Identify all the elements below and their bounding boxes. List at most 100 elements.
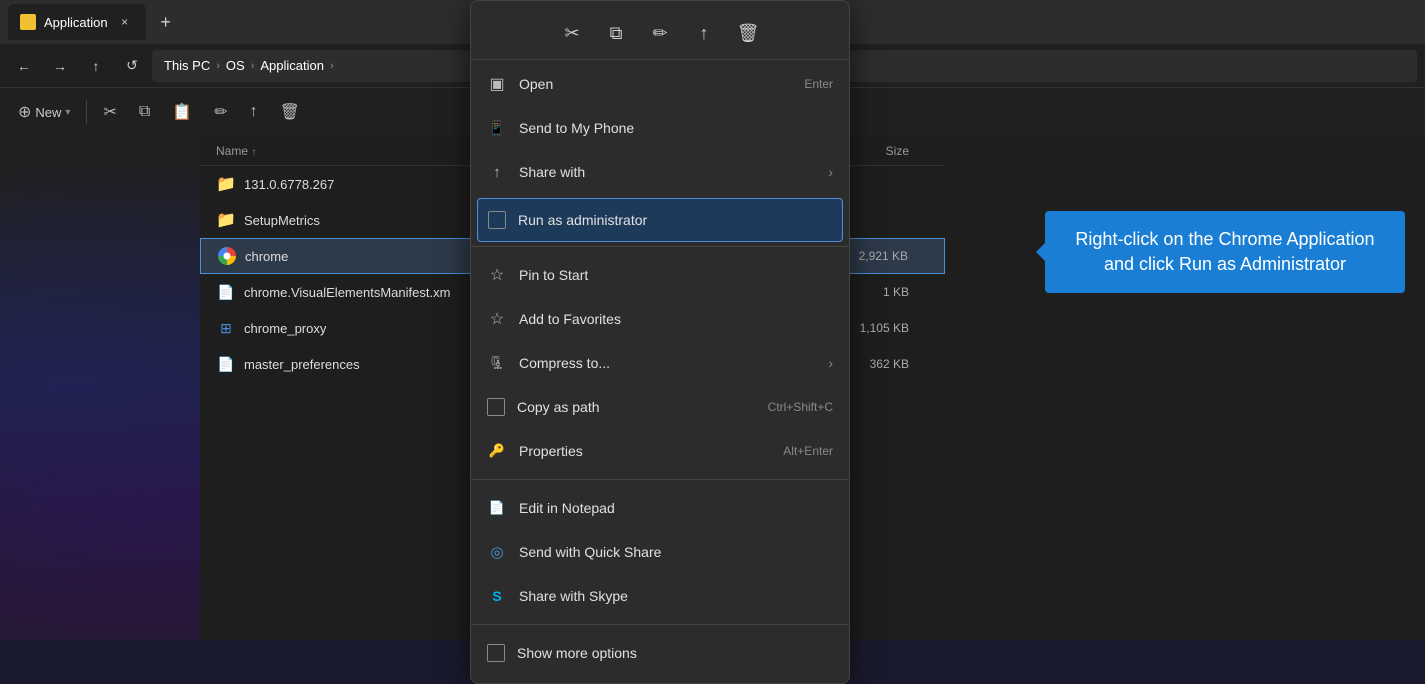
folder-icon: 📁 [216, 174, 236, 194]
ctx-share-with-icon: ↑ [487, 162, 507, 182]
file-icon: 📄 [216, 282, 236, 302]
ctx-send-phone-item[interactable]: 📱 Send to My Phone [471, 106, 849, 150]
ctx-notepad-icon: 📄 [487, 498, 507, 518]
ctx-open-label: Open [519, 76, 792, 92]
ctx-properties-shortcut: Alt+Enter [783, 444, 833, 458]
ctx-compress-item[interactable]: 🗜 Compress to... › [471, 341, 849, 385]
ctx-add-favorites-label: Add to Favorites [519, 311, 833, 327]
breadcrumb-sep-3: › [330, 60, 334, 72]
rename-icon: ✏ [214, 102, 227, 122]
delete-icon: 🗑 [280, 102, 300, 122]
ctx-share-button[interactable]: ↑ [684, 15, 724, 51]
ctx-run-admin-item[interactable]: Run as administrator [477, 198, 843, 242]
ctx-section-4: Show more options [471, 629, 849, 677]
ctx-edit-notepad-item[interactable]: 📄 Edit in Notepad [471, 486, 849, 530]
ctx-more-options-label: Show more options [517, 645, 833, 661]
scissors-icon: ✂ [103, 102, 116, 122]
callout-tooltip: Right-click on the Chrome Application an… [1045, 211, 1405, 293]
breadcrumb-sep-1: › [216, 60, 220, 72]
ctx-more-options-icon [487, 644, 505, 662]
cut-button[interactable]: ✂ [93, 95, 126, 129]
right-panel: Right-click on the Chrome Application an… [945, 136, 1425, 640]
refresh-button[interactable]: ↺ [116, 50, 148, 82]
ctx-pin-start-label: Pin to Start [519, 267, 833, 283]
chrome-exe-icon [217, 246, 237, 266]
file-grid-icon: ⊞ [216, 318, 236, 338]
ctx-delete-button[interactable]: 🗑 [728, 15, 768, 51]
ctx-cut-button[interactable]: ✂ [552, 15, 592, 51]
ctx-pin-start-item[interactable]: ☆ Pin to Start [471, 253, 849, 297]
ctx-edit-notepad-label: Edit in Notepad [519, 500, 833, 516]
ctx-copy-path-icon [487, 398, 505, 416]
ctx-share-with-label: Share with [519, 164, 816, 180]
up-button[interactable]: ↑ [80, 50, 112, 82]
forward-button[interactable]: → [44, 50, 76, 82]
ctx-run-admin-label: Run as administrator [518, 212, 832, 228]
ctx-section-3: 📄 Edit in Notepad ◎ Send with Quick Shar… [471, 484, 849, 620]
callout-text: Right-click on the Chrome Application an… [1075, 229, 1374, 274]
ctx-section-2: ☆ Pin to Start ☆ Add to Favorites 🗜 Comp… [471, 251, 849, 475]
ctx-cut-icon: ✂ [564, 23, 579, 44]
tab-close-button[interactable]: × [116, 13, 134, 31]
breadcrumb-sep-2: › [251, 60, 255, 72]
ctx-section-1: ▣ Open Enter 📱 Send to My Phone ↑ Share … [471, 60, 849, 196]
ctx-share-with-item[interactable]: ↑ Share with › [471, 150, 849, 194]
new-chevron-icon: ▾ [65, 107, 70, 118]
breadcrumb-os: OS [226, 58, 245, 73]
share-button[interactable]: ↑ [240, 95, 268, 129]
new-button[interactable]: ⊕ New ▾ [8, 95, 80, 129]
breadcrumb-this-pc: This PC [164, 58, 210, 73]
ctx-compress-arrow: › [828, 355, 833, 371]
back-button[interactable]: ← [8, 50, 40, 82]
ctx-add-favorites-item[interactable]: ☆ Add to Favorites [471, 297, 849, 341]
ctx-send-phone-label: Send to My Phone [519, 120, 833, 136]
new-plus-icon: ⊕ [18, 102, 31, 122]
paste-button[interactable]: 📋 [162, 95, 202, 129]
delete-button[interactable]: 🗑 [270, 95, 310, 129]
ctx-properties-icon: 🔑 [487, 441, 507, 461]
explorer-window: Application × + ← → ↑ ↺ This PC › OS › A… [0, 0, 1425, 640]
sort-arrow: ↑ [251, 147, 256, 158]
ctx-favorites-icon: ☆ [487, 309, 507, 329]
rename-button[interactable]: ✏ [204, 95, 237, 129]
ctx-pin-icon: ☆ [487, 265, 507, 285]
ctx-skype-icon: S [487, 586, 507, 606]
ctx-copy-path-shortcut: Ctrl+Shift+C [768, 400, 833, 414]
ctx-copy-path-label: Copy as path [517, 399, 756, 415]
sidebar [0, 136, 200, 640]
ctx-admin-icon [488, 211, 506, 229]
ctx-delete-icon: 🗑 [737, 23, 760, 44]
context-menu: ✂ ⧉ ✏ ↑ 🗑 ▣ Open Enter 📱 S [470, 0, 850, 684]
tab-folder-icon [20, 14, 36, 30]
ctx-rename-button[interactable]: ✏ [640, 15, 680, 51]
ctx-divider-1 [471, 246, 849, 247]
file-icon: 📄 [216, 354, 236, 374]
copy-button[interactable]: ⧉ [129, 95, 160, 129]
paste-icon: 📋 [172, 102, 192, 122]
ctx-properties-label: Properties [519, 443, 771, 459]
ctx-share-icon: ↑ [700, 23, 709, 44]
ctx-quick-share-item[interactable]: ◎ Send with Quick Share [471, 530, 849, 574]
new-label: New [35, 105, 61, 120]
ctx-open-icon: ▣ [487, 74, 507, 94]
ctx-compress-label: Compress to... [519, 355, 816, 371]
ctx-open-item[interactable]: ▣ Open Enter [471, 62, 849, 106]
ctx-share-arrow: › [828, 164, 833, 180]
ctx-compress-icon: 🗜 [487, 353, 507, 373]
new-tab-button[interactable]: + [150, 6, 182, 38]
ctx-skype-item[interactable]: S Share with Skype [471, 574, 849, 618]
tab-title: Application [44, 15, 108, 30]
ctx-skype-label: Share with Skype [519, 588, 833, 604]
tab-application[interactable]: Application × [8, 4, 146, 40]
context-menu-icon-row: ✂ ⧉ ✏ ↑ 🗑 [471, 7, 849, 60]
folder-icon: 📁 [216, 210, 236, 230]
ctx-more-options-item[interactable]: Show more options [471, 631, 849, 675]
ctx-copy-path-item[interactable]: Copy as path Ctrl+Shift+C [471, 385, 849, 429]
ctx-copy-button[interactable]: ⧉ [596, 15, 636, 51]
breadcrumb-application: Application [260, 58, 324, 73]
copy-icon: ⧉ [139, 103, 150, 121]
ctx-divider-2 [471, 479, 849, 480]
ctx-quick-share-label: Send with Quick Share [519, 544, 833, 560]
toolbar-separator-1 [86, 100, 87, 124]
ctx-properties-item[interactable]: 🔑 Properties Alt+Enter [471, 429, 849, 473]
